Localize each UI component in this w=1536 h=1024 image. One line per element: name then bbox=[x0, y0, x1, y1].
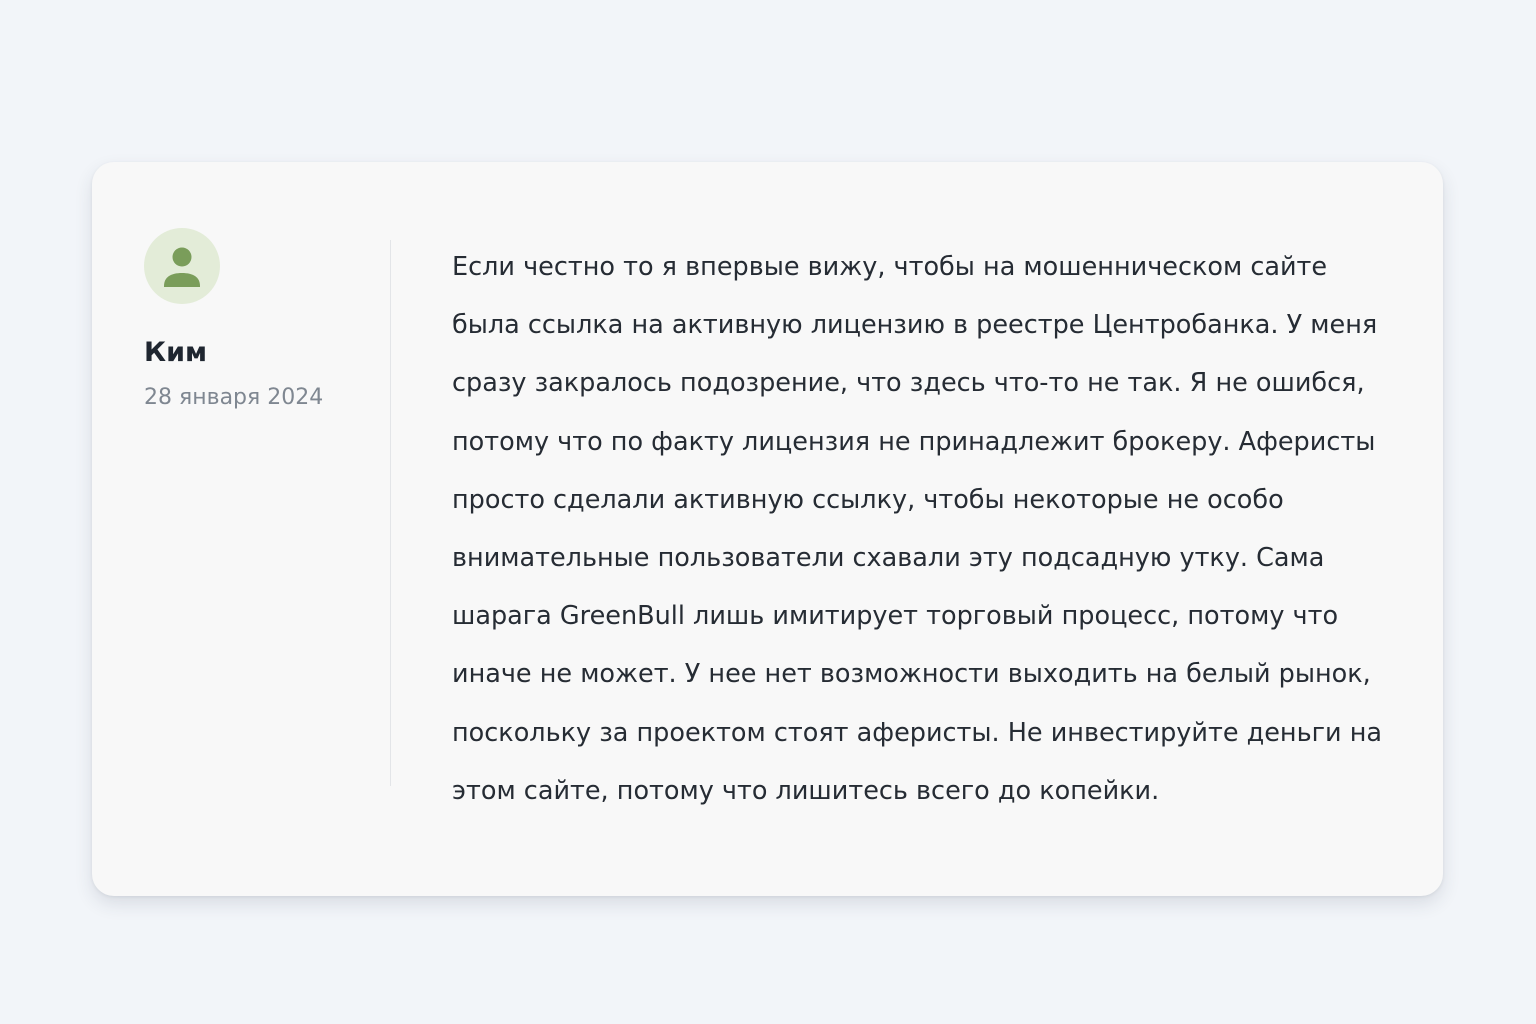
author-name: Ким bbox=[144, 337, 208, 368]
divider bbox=[390, 240, 391, 786]
review-text-line: просто сделали активную ссылку, чтобы не… bbox=[452, 484, 1284, 515]
review-text-line: была ссылка на активную лицензию в реест… bbox=[452, 310, 1378, 341]
review-author: Ким 28 января 2024 bbox=[144, 228, 384, 412]
review-text-line: иначе не может. У нее нет возможности вы… bbox=[452, 659, 1371, 690]
review-text-line: потому что по факту лицензия не принадле… bbox=[452, 426, 1376, 457]
review-date: 28 января 2024 bbox=[144, 385, 324, 410]
review-text-line: поскольку за проектом стоят аферисты. Не… bbox=[452, 717, 1383, 748]
review-text-line: сразу закралось подозрение, что здесь чт… bbox=[452, 368, 1365, 399]
review-text-line: шарага GreenBull лишь имитирует торговый… bbox=[452, 601, 1339, 632]
review-text: Если честно то я впервые вижу, чтобы на … bbox=[452, 238, 1402, 820]
review-card: Ким 28 января 2024 Если честно то я впер… bbox=[92, 162, 1443, 896]
review-text-line: внимательные пользователи схавали эту по… bbox=[452, 543, 1325, 574]
avatar bbox=[144, 228, 220, 304]
review-text-line: этом сайте, потому что лишитесь всего до… bbox=[452, 775, 1160, 806]
review-text-line: Если честно то я впервые вижу, чтобы на … bbox=[452, 252, 1328, 282]
user-icon bbox=[164, 247, 200, 287]
